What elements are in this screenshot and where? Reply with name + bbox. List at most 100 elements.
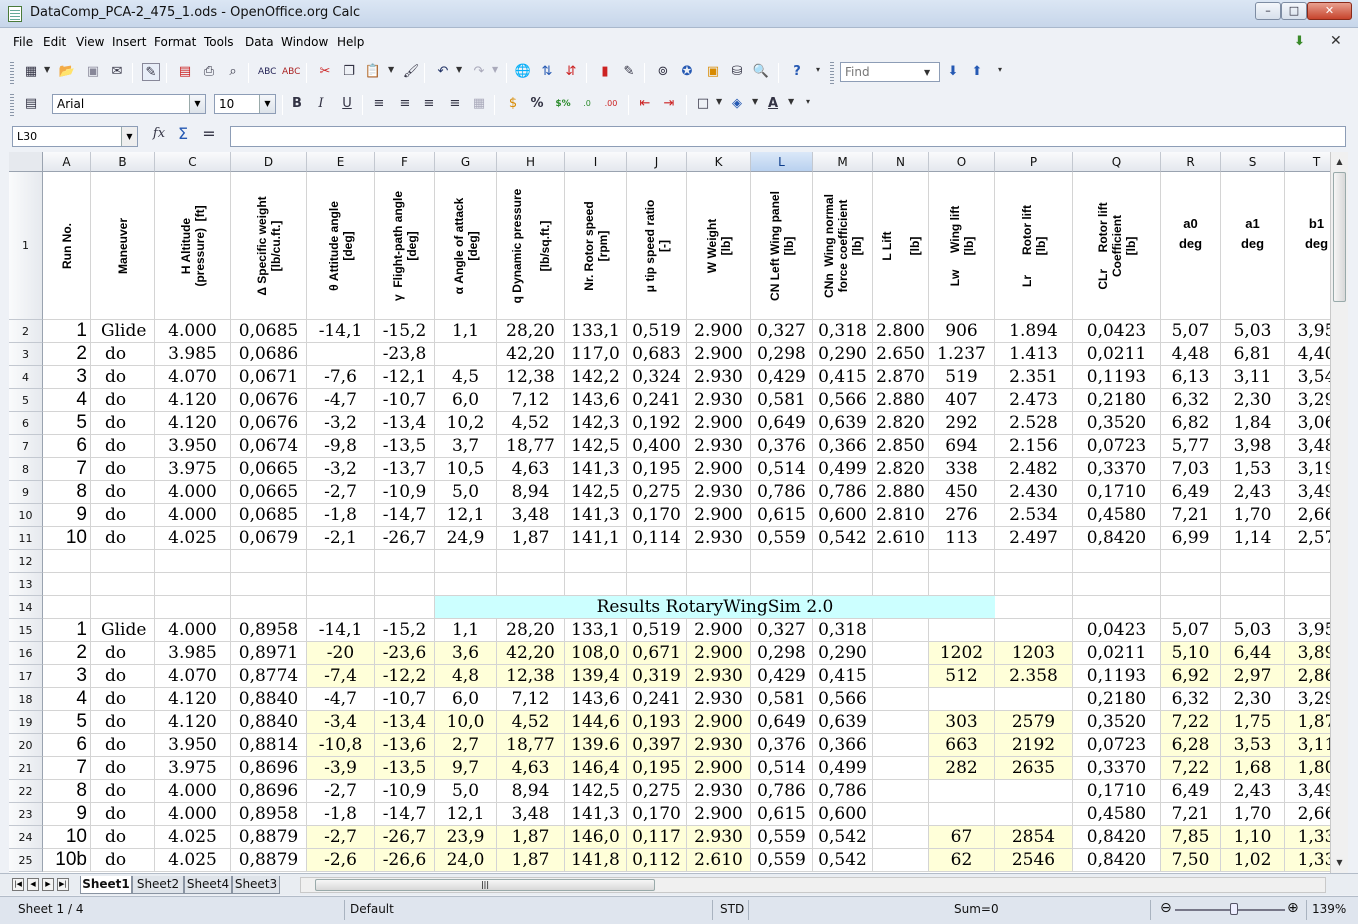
cell-c22[interactable]: 4.000 — [155, 780, 231, 803]
cell-n17[interactable] — [873, 665, 929, 688]
cell-a24[interactable]: 10 — [43, 826, 91, 849]
cell-p16[interactable]: 1203 — [995, 642, 1073, 665]
cell-h25[interactable]: 1,87 — [497, 849, 565, 872]
cell-h6[interactable]: 4,52 — [497, 412, 565, 435]
cell-t10[interactable]: 2,66 — [1285, 504, 1330, 527]
cell-l5[interactable]: 0,581 — [751, 389, 813, 412]
cell-l8[interactable]: 0,514 — [751, 458, 813, 481]
cell-o19[interactable]: 303 — [929, 711, 995, 734]
cell-s15[interactable]: 5,03 — [1221, 619, 1285, 642]
cell-t12[interactable] — [1285, 550, 1330, 573]
cell-h17[interactable]: 12,38 — [497, 665, 565, 688]
cell-b20[interactable]: do — [91, 734, 155, 757]
cell-a16[interactable]: 2 — [43, 642, 91, 665]
merge-cells-icon[interactable]: ▦ — [470, 95, 488, 113]
cell-s19[interactable]: 1,75 — [1221, 711, 1285, 734]
cell-j3[interactable]: 0,683 — [627, 343, 687, 366]
gallery-icon[interactable]: ▣ — [704, 63, 722, 81]
cell-o15[interactable] — [929, 619, 995, 642]
save-icon[interactable]: ▣ — [84, 63, 102, 81]
cell-l7[interactable]: 0,376 — [751, 435, 813, 458]
cell-p20[interactable]: 2192 — [995, 734, 1073, 757]
cell-b18[interactable]: do — [91, 688, 155, 711]
cell-i13[interactable] — [565, 573, 627, 596]
cell-r5[interactable]: 6,32 — [1161, 389, 1221, 412]
cell-n23[interactable] — [873, 803, 929, 826]
find-dropdown-icon[interactable]: ▼ — [924, 68, 930, 77]
menu-tools[interactable]: Tools — [204, 35, 234, 49]
cell-c19[interactable]: 4.120 — [155, 711, 231, 734]
cell-e23[interactable]: -1,8 — [307, 803, 375, 826]
cell-p25[interactable]: 2546 — [995, 849, 1073, 872]
cell-r10[interactable]: 7,21 — [1161, 504, 1221, 527]
cell-h13[interactable] — [497, 573, 565, 596]
header-cell-m[interactable]: CNn Wing normal force coefficient [lb] — [813, 172, 873, 320]
cell-g9[interactable]: 5,0 — [435, 481, 497, 504]
header-cell-r[interactable]: a0 deg — [1161, 172, 1221, 320]
cell-h21[interactable]: 4,63 — [497, 757, 565, 780]
cell-l12[interactable] — [751, 550, 813, 573]
cell-k22[interactable]: 2.930 — [687, 780, 751, 803]
cell-d17[interactable]: 0,8774 — [231, 665, 307, 688]
header-cell-g[interactable]: α Angle of attack [deg] — [435, 172, 497, 320]
cell-a18[interactable]: 4 — [43, 688, 91, 711]
cell-t3[interactable]: 4,40 — [1285, 343, 1330, 366]
row-header-14[interactable]: 14 — [9, 596, 43, 619]
paste-icon[interactable]: 📋 — [364, 63, 382, 81]
cell-b7[interactable]: do — [91, 435, 155, 458]
cell-b10[interactable]: do — [91, 504, 155, 527]
cell-i22[interactable]: 142,5 — [565, 780, 627, 803]
cell-f14[interactable] — [375, 596, 435, 619]
cell-r11[interactable]: 6,99 — [1161, 527, 1221, 550]
cell-f16[interactable]: -23,6 — [375, 642, 435, 665]
cell-j17[interactable]: 0,319 — [627, 665, 687, 688]
cell-t24[interactable]: 1,33 — [1285, 826, 1330, 849]
cell-r3[interactable]: 4,48 — [1161, 343, 1221, 366]
align-right-icon[interactable]: ≡ — [420, 95, 438, 113]
copy-icon[interactable]: ❐ — [340, 63, 358, 81]
cell-s17[interactable]: 2,97 — [1221, 665, 1285, 688]
cell-s8[interactable]: 1,53 — [1221, 458, 1285, 481]
cell-h3[interactable]: 42,20 — [497, 343, 565, 366]
cell-r25[interactable]: 7,50 — [1161, 849, 1221, 872]
cell-n8[interactable]: 2.820 — [873, 458, 929, 481]
cell-a21[interactable]: 7 — [43, 757, 91, 780]
cell-a8[interactable]: 7 — [43, 458, 91, 481]
cell-i25[interactable]: 141,8 — [565, 849, 627, 872]
export-pdf-icon[interactable]: ▤ — [176, 63, 194, 81]
cell-c18[interactable]: 4.120 — [155, 688, 231, 711]
background-color-icon[interactable]: ◈ — [728, 95, 746, 113]
column-header-m[interactable]: M — [813, 152, 873, 172]
cell-s2[interactable]: 5,03 — [1221, 320, 1285, 343]
cell-e22[interactable]: -2,7 — [307, 780, 375, 803]
cell-q24[interactable]: 0,8420 — [1073, 826, 1161, 849]
column-header-e[interactable]: E — [307, 152, 375, 172]
next-sheet-icon[interactable]: ▶ — [42, 878, 54, 891]
cell-f2[interactable]: -15,2 — [375, 320, 435, 343]
cell-m24[interactable]: 0,542 — [813, 826, 873, 849]
cell-j12[interactable] — [627, 550, 687, 573]
cell-a6[interactable]: 5 — [43, 412, 91, 435]
cell-q18[interactable]: 0,2180 — [1073, 688, 1161, 711]
cell-q14[interactable] — [1073, 596, 1161, 619]
hyperlink-icon[interactable]: 🌐 — [514, 63, 532, 81]
cell-b23[interactable]: do — [91, 803, 155, 826]
bold-icon[interactable]: B — [288, 95, 306, 113]
cell-h4[interactable]: 12,38 — [497, 366, 565, 389]
header-cell-n[interactable]: L Lift [lb] — [873, 172, 929, 320]
cell-e16[interactable]: -20 — [307, 642, 375, 665]
cell-k24[interactable]: 2.930 — [687, 826, 751, 849]
cell-s12[interactable] — [1221, 550, 1285, 573]
column-header-k[interactable]: K — [687, 152, 751, 172]
cell-n15[interactable] — [873, 619, 929, 642]
cell-f12[interactable] — [375, 550, 435, 573]
cell-p22[interactable] — [995, 780, 1073, 803]
cell-j10[interactable]: 0,170 — [627, 504, 687, 527]
cell-f21[interactable]: -13,5 — [375, 757, 435, 780]
cell-d16[interactable]: 0,8971 — [231, 642, 307, 665]
close-document-icon[interactable]: ✕ — [1330, 33, 1342, 49]
cell-s11[interactable]: 1,14 — [1221, 527, 1285, 550]
find-toolbar-grip[interactable] — [830, 62, 834, 84]
row-header-12[interactable]: 12 — [9, 550, 43, 573]
cell-j22[interactable]: 0,275 — [627, 780, 687, 803]
